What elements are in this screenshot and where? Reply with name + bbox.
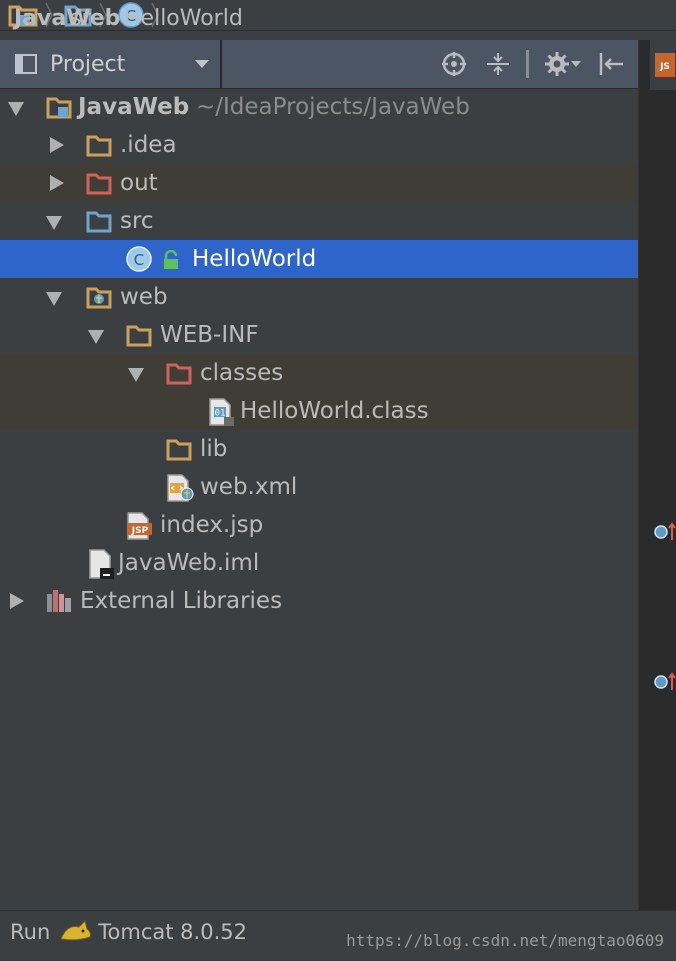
tree-node-web-xml[interactable]: web.xml [0, 468, 638, 506]
expand-arrow-icon[interactable] [46, 216, 62, 230]
project-view-selector[interactable]: Project [0, 40, 222, 88]
locate-icon [442, 52, 466, 76]
module-folder-icon [46, 97, 72, 119]
tree-node-label: src [120, 208, 154, 234]
expand-arrow-icon[interactable] [8, 102, 24, 116]
tree-node-path: ~/IdeaProjects/JavaWeb [196, 94, 470, 120]
tree-node-web[interactable]: web [0, 278, 638, 316]
tree-node-label: lib [200, 436, 228, 462]
tree-node-label: JavaWeb [78, 94, 190, 120]
svg-text:JSP: JSP [131, 526, 149, 536]
tree-node-label: WEB-INF [160, 322, 259, 348]
run-config-label: Tomcat 8.0.52 [98, 920, 247, 944]
breadcrumb-item-javaweb[interactable]: JavaWeb [0, 0, 120, 31]
tree-node-classes[interactable]: classes [0, 354, 638, 392]
gear-icon [545, 52, 569, 76]
tree-node-lib[interactable]: lib [0, 430, 638, 468]
collapsed-arrow-icon[interactable] [10, 593, 24, 609]
folder-icon [166, 439, 192, 461]
tree-node-web-inf[interactable]: WEB-INF [0, 316, 638, 354]
tree-node-label: classes [200, 360, 284, 386]
tree-node-helloworld[interactable]: C HelloWorld [0, 240, 638, 278]
tree-node-javaweb-iml[interactable]: JavaWeb.iml [0, 544, 638, 582]
java-class-icon: C [126, 246, 152, 272]
tree-node-label: .idea [120, 132, 177, 158]
web-xml-icon [167, 474, 194, 502]
project-view-icon [15, 54, 37, 74]
web-folder-icon [86, 287, 112, 309]
libraries-icon [47, 590, 71, 612]
tomcat-icon [60, 920, 92, 941]
hide-icon [599, 53, 623, 75]
collapse-all-button[interactable] [484, 50, 512, 78]
tree-node-label: index.jsp [160, 512, 264, 538]
editor-area-edge [638, 40, 676, 910]
expand-arrow-icon[interactable] [128, 368, 144, 382]
tree-node-index-jsp[interactable]: JSP index.jsp [0, 506, 638, 544]
editor-tab-jsp[interactable]: JS [650, 40, 676, 90]
svg-text:JS: JS [659, 62, 670, 72]
source-folder-icon [86, 211, 112, 233]
settings-button[interactable] [540, 50, 584, 78]
breadcrumb-label: JavaWeb [14, 6, 121, 31]
collapsed-arrow-icon[interactable] [50, 175, 64, 191]
override-icon [654, 672, 676, 690]
tree-node-label: web.xml [200, 474, 298, 500]
tree-node-helloworld-class[interactable]: 01 HelloWorld.class [0, 392, 638, 430]
navigation-breadcrumb: JavaWeb src C HelloWorld [0, 0, 676, 31]
override-gutter-icon[interactable] [652, 670, 676, 692]
bottom-tool-bar: Run Tomcat 8.0.52 https://blog.csdn.net/… [0, 910, 676, 961]
tree-node-out[interactable]: out [0, 164, 638, 202]
expand-arrow-icon[interactable] [46, 292, 62, 306]
tree-node-idea[interactable]: .idea [0, 126, 638, 164]
chevron-down-icon [195, 60, 209, 68]
folder-icon [126, 325, 152, 347]
excluded-folder-icon [166, 363, 192, 385]
jsp-file-icon: JS [655, 53, 675, 77]
iml-file-icon [89, 549, 114, 579]
run-tool-window-tab[interactable]: Run Tomcat 8.0.52 [10, 919, 247, 945]
tree-node-label: JavaWeb.iml [118, 550, 260, 576]
tree-node-src[interactable]: src [0, 202, 638, 240]
expand-arrow-icon[interactable] [88, 330, 104, 344]
breadcrumb-label: HelloWorld [124, 6, 243, 31]
svg-text:01: 01 [215, 409, 226, 419]
locate-button[interactable] [440, 50, 468, 78]
collapsed-arrow-icon[interactable] [50, 137, 64, 153]
project-panel-header: Project [0, 40, 638, 89]
folder-icon [86, 135, 112, 157]
class-file-icon: 01 [209, 398, 234, 426]
override-icon [654, 522, 676, 540]
run-label: Run [10, 920, 51, 944]
breadcrumb-label: src [70, 6, 103, 31]
excluded-folder-icon [86, 173, 112, 195]
watermark-text: https://blog.csdn.net/mengtao0609 [346, 931, 664, 950]
hide-panel-button[interactable] [596, 50, 626, 78]
public-access-icon [164, 250, 178, 269]
jsp-file-icon: JSP [127, 512, 152, 540]
tree-node-label: web [120, 284, 168, 310]
project-view-label: Project [50, 51, 126, 77]
tree-node-label: External Libraries [80, 588, 283, 614]
tree-node-label: HelloWorld [192, 246, 317, 272]
svg-text:C: C [134, 251, 144, 269]
toolbar-separator [524, 50, 530, 78]
tree-node-label: out [120, 170, 158, 196]
collapse-all-icon [487, 53, 509, 75]
chevron-down-icon [571, 61, 581, 67]
tree-node-javaweb[interactable]: JavaWeb ~/IdeaProjects/JavaWeb [0, 88, 638, 126]
tree-node-external-libraries[interactable]: External Libraries [0, 582, 638, 620]
tree-node-label: HelloWorld.class [240, 398, 429, 424]
override-gutter-icon[interactable] [652, 520, 676, 542]
